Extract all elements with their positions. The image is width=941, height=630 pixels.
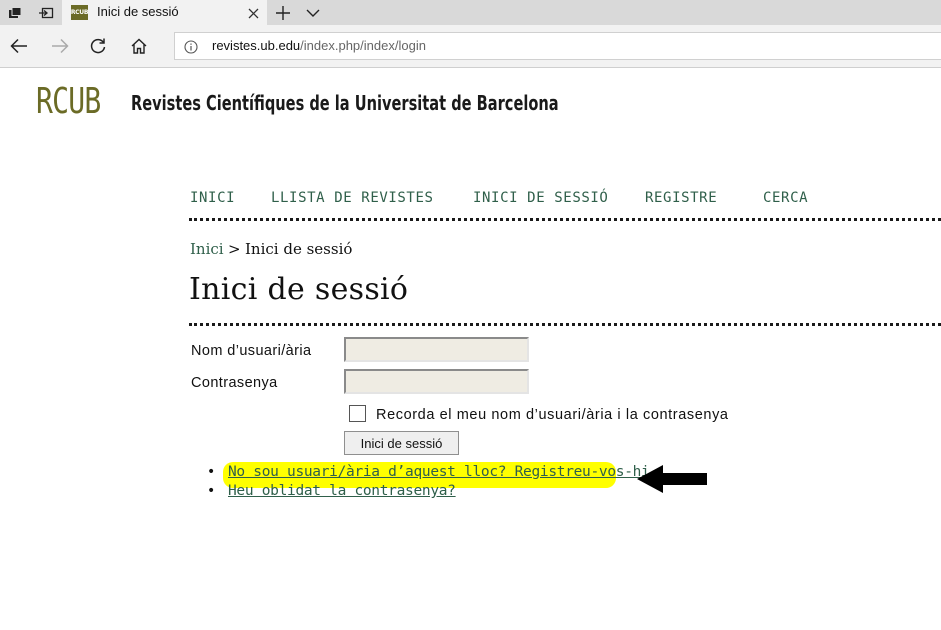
password-input[interactable] [344, 369, 529, 394]
tab-favicon: RCUB [71, 5, 88, 20]
register-link[interactable]: No sou usuari/ària d’aquest lloc? Regist… [228, 464, 658, 480]
username-input[interactable] [344, 337, 529, 362]
nav-item-register[interactable]: REGISTRE [645, 190, 717, 206]
tab-list-icon[interactable] [0, 0, 30, 25]
nav-item-login[interactable]: INICI DE SESSIÓ [473, 190, 608, 206]
nav-item-home[interactable]: INICI [190, 190, 235, 206]
list-bullet: • [207, 464, 216, 480]
remember-label[interactable]: Recorda el meu nom d’usuari/ària i la co… [376, 407, 729, 423]
back-icon[interactable] [8, 35, 30, 57]
url-path: /index.php/index/login [300, 38, 426, 53]
set-aside-tabs-icon[interactable] [31, 0, 61, 25]
browser-tab-bar: RCUB Inici de sessió [0, 0, 941, 26]
refresh-icon[interactable] [87, 35, 109, 57]
info-icon[interactable] [184, 39, 198, 54]
page-title: Inici de sessió [189, 272, 409, 307]
nav-divider [189, 218, 941, 221]
close-icon[interactable] [244, 4, 262, 22]
url-bar[interactable]: revistes.ub.edu/index.php/index/login [174, 32, 941, 60]
arrow-left-icon [637, 464, 709, 498]
remember-checkbox[interactable] [349, 405, 366, 422]
title-divider [189, 323, 941, 326]
nav-item-search[interactable]: CERCA [763, 190, 808, 206]
address-toolbar: revistes.ub.edu/index.php/index/login [0, 25, 941, 68]
forward-icon[interactable] [49, 35, 71, 57]
active-tab[interactable]: RCUB Inici de sessió [62, 0, 267, 26]
home-icon[interactable] [128, 35, 150, 57]
login-submit-button[interactable]: Inici de sessió [344, 431, 459, 455]
new-tab-icon[interactable] [268, 0, 298, 25]
tab-title: Inici de sessió [97, 4, 179, 19]
site-title: Revistes Científiques de la Universitat … [131, 91, 559, 115]
forgot-password-link[interactable]: Heu oblidat la contrasenya? [228, 483, 456, 499]
password-label: Contrasenya [191, 375, 278, 391]
url-text: revistes.ub.edu/index.php/index/login [212, 38, 426, 53]
breadcrumb-separator: > [228, 240, 241, 258]
nav-item-journal-list[interactable]: LLISTA DE REVISTES [271, 190, 434, 206]
list-bullet: • [207, 483, 216, 499]
url-host: revistes.ub.edu [212, 38, 301, 53]
site-logo[interactable]: RCUB [36, 84, 101, 120]
chevron-down-icon[interactable] [298, 0, 328, 25]
breadcrumb-home-link[interactable]: Inici [190, 240, 224, 258]
username-label: Nom d’usuari/ària [191, 343, 312, 359]
breadcrumb-current: Inici de sessió [245, 240, 353, 258]
